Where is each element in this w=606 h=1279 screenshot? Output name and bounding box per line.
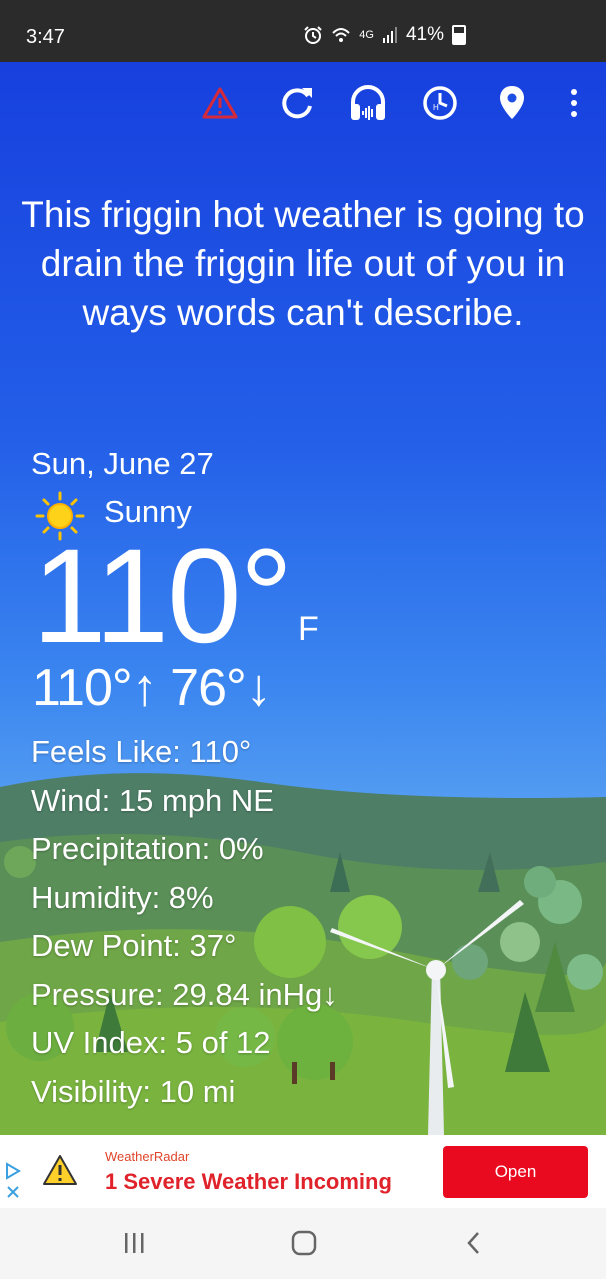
history-clock-icon[interactable]: H xyxy=(418,82,462,124)
location-pin-icon[interactable] xyxy=(490,82,534,124)
signal-icon xyxy=(382,27,397,43)
feels-like: Feels Like: 110° xyxy=(31,734,252,769)
current-temperature: 110° xyxy=(32,522,293,671)
back-icon[interactable] xyxy=(454,1228,494,1258)
wind: Wind: 15 mph NE xyxy=(31,782,274,818)
alarm-icon xyxy=(304,26,322,44)
wifi-icon xyxy=(332,28,350,42)
headphones-icon[interactable] xyxy=(346,82,390,124)
temperature-unit: F xyxy=(298,610,319,648)
high-low-temperature: 110°↑ 76°↓ xyxy=(32,659,272,717)
alert-triangle-icon[interactable] xyxy=(198,82,242,124)
warning-icon xyxy=(43,1155,77,1185)
ad-banner[interactable]: WeatherRadar 1 Severe Weather Incoming O… xyxy=(0,1135,606,1208)
svg-text:H: H xyxy=(433,103,439,112)
battery-percent: 41% xyxy=(405,24,444,45)
nav-bar xyxy=(0,1208,606,1279)
network-type: 4G xyxy=(359,29,374,41)
humidity: Humidity: 8% xyxy=(31,879,214,915)
visibility: Visibility: 10 mi xyxy=(31,1073,236,1109)
home-icon[interactable] xyxy=(284,1228,324,1258)
weather-screen: H This friggin hot weather is going to d… xyxy=(0,62,606,1135)
pressure: Pressure: 29.84 inHg↓ xyxy=(31,976,338,1012)
precipitation: Precipitation: 0% xyxy=(31,831,264,866)
refresh-icon[interactable] xyxy=(275,82,319,124)
recents-icon[interactable] xyxy=(114,1228,154,1258)
weather-details: Feels Like: 110° Wind: 15 mph NE Precipi… xyxy=(31,732,338,1120)
more-vert-icon[interactable] xyxy=(552,82,596,124)
battery-icon xyxy=(452,25,466,45)
uv-index: UV Index: 5 of 12 xyxy=(31,1025,271,1060)
status-bar: 3:47 4G 41% xyxy=(0,0,606,62)
dew-point: Dew Point: 37° xyxy=(31,928,237,963)
ad-brand: WeatherRadar xyxy=(105,1149,190,1164)
status-time: 3:47 xyxy=(26,26,65,48)
toolbar: H xyxy=(0,82,606,124)
forecast-date: Sun, June 27 xyxy=(31,446,214,481)
status-icons: 4G 41% xyxy=(303,24,466,46)
ad-open-button[interactable]: Open xyxy=(443,1146,588,1198)
ad-choices-icon[interactable] xyxy=(5,1135,23,1208)
ad-title[interactable]: 1 Severe Weather Incoming xyxy=(105,1169,392,1195)
weather-headline: This friggin hot weather is going to dra… xyxy=(21,194,585,333)
